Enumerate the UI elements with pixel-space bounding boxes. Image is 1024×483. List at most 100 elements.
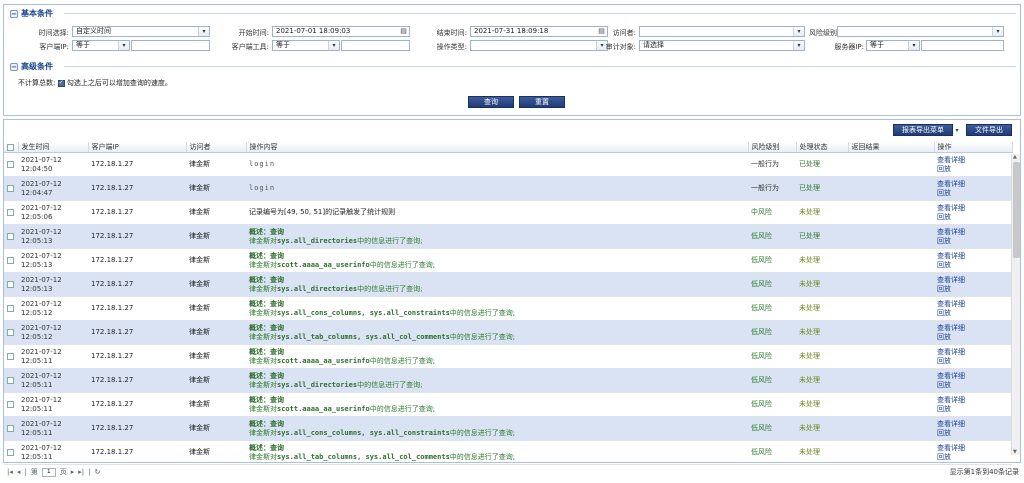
audit-object-dropdown[interactable]: 请选择 ▾ (639, 40, 805, 51)
row-checkbox[interactable] (7, 160, 14, 168)
client-tool-operator[interactable]: 等于 ▾ (272, 40, 340, 51)
time-text: 12:05:13 (21, 260, 53, 269)
table-row[interactable]: 2021-07-12 12:05:13 172.18.1.27 律金斯 概述：查询 律金斯… (4, 272, 1012, 297)
view-detail-link[interactable]: 查看详细 (937, 300, 1012, 309)
replay-link[interactable]: 回放 (937, 189, 1012, 198)
query-button[interactable]: 查询 (468, 96, 514, 108)
replay-link[interactable]: 回放 (937, 381, 1012, 390)
row-checkbox[interactable] (7, 400, 14, 408)
view-detail-link[interactable]: 查看详细 (937, 324, 1012, 333)
skip-count-hint: 勾选上之后可以增加查询的速度。 (66, 79, 172, 87)
view-detail-link[interactable]: 查看详细 (937, 420, 1012, 429)
start-time-input[interactable]: 2021-07-01 18:09:03 ▤ (272, 26, 410, 37)
row-checkbox[interactable] (7, 256, 14, 264)
visitor-dropdown[interactable]: ▾ (639, 26, 805, 37)
row-checkbox[interactable] (7, 208, 14, 216)
client-ip-input[interactable] (131, 40, 210, 51)
view-detail-link[interactable]: 查看详细 (937, 372, 1012, 381)
prev-page-icon[interactable]: ◂ (17, 468, 21, 476)
skip-count-checkbox[interactable] (57, 79, 65, 87)
page-number-input[interactable] (41, 467, 56, 477)
replay-link[interactable]: 回放 (937, 285, 1012, 294)
replay-link[interactable]: 回放 (937, 405, 1012, 414)
row-checkbox[interactable] (7, 184, 14, 192)
client-ip-operator[interactable]: 等于 ▾ (72, 40, 130, 51)
column-header-status[interactable]: 处理状态 (796, 142, 849, 153)
server-ip-operator[interactable]: 等于 ▾ (866, 40, 920, 51)
server-ip-input[interactable] (921, 40, 1004, 51)
select-all-checkbox[interactable] (7, 143, 14, 151)
replay-link[interactable]: 回放 (937, 453, 1012, 462)
table-row[interactable]: 2021-07-12 12:05:12 172.18.1.27 律金斯 概述：查询 律金斯… (4, 320, 1012, 345)
risk-level-dropdown[interactable]: ▾ (837, 26, 1004, 37)
row-checkbox[interactable] (7, 328, 14, 336)
refresh-icon[interactable]: ↻ (95, 468, 101, 476)
replay-link[interactable]: 回放 (937, 357, 1012, 366)
column-header-actions[interactable]: 操作 (934, 142, 1013, 153)
basic-conditions-header[interactable]: − 基本条件 (10, 8, 56, 19)
row-checkbox[interactable] (7, 232, 14, 240)
row-checkbox[interactable] (7, 448, 14, 456)
collapse-toggle-icon[interactable]: − (10, 9, 18, 18)
view-detail-link[interactable]: 查看详细 (937, 348, 1012, 357)
table-row[interactable]: 2021-07-12 12:04:50 172.18.1.27 律金斯 login 一般行… (4, 152, 1012, 177)
calendar-icon[interactable]: ▤ (398, 27, 409, 36)
row-checkbox[interactable] (7, 424, 14, 432)
last-page-icon[interactable]: ▸| (78, 468, 84, 476)
column-header-client-ip[interactable]: 客户端IP (88, 142, 187, 153)
view-detail-link[interactable]: 查看详细 (937, 156, 1012, 165)
column-header-result[interactable]: 返回结果 (848, 142, 935, 153)
table-row[interactable]: 2021-07-12 12:05:11 172.18.1.27 律金斯 概述：查询 律金斯… (4, 344, 1012, 369)
replay-link[interactable]: 回放 (937, 261, 1012, 270)
view-detail-link[interactable]: 查看详细 (937, 204, 1012, 213)
column-header-risk[interactable]: 风险级别 (748, 142, 797, 153)
next-page-icon[interactable]: ▸ (71, 468, 75, 476)
table-row[interactable]: 2021-07-12 12:05:11 172.18.1.27 律金斯 概述：查询 律金斯… (4, 368, 1012, 393)
table-row[interactable]: 2021-07-12 12:05:11 172.18.1.27 律金斯 概述：查询 律金斯… (4, 440, 1012, 465)
risk-cell: 低风险 (748, 224, 796, 249)
replay-link[interactable]: 回放 (937, 213, 1012, 222)
view-detail-link[interactable]: 查看详细 (937, 252, 1012, 261)
view-detail-link[interactable]: 查看详细 (937, 276, 1012, 285)
table-row[interactable]: 2021-07-12 12:05:13 172.18.1.27 律金斯 概述：查询 律金斯… (4, 248, 1012, 273)
scroll-down-icon[interactable]: ▼ (1013, 449, 1017, 455)
table-row[interactable]: 2021-07-12 12:05:11 172.18.1.27 律金斯 概述：查询 律金斯… (4, 392, 1012, 417)
row-checkbox[interactable] (7, 280, 14, 288)
scroll-up-icon[interactable]: ▲ (1013, 154, 1017, 160)
report-export-button[interactable]: 报表导出菜单 (893, 124, 953, 136)
view-detail-link[interactable]: 查看详细 (937, 180, 1012, 189)
chevron-down-icon[interactable]: ▾ (953, 127, 961, 134)
scrollbar-thumb[interactable] (1013, 162, 1020, 258)
file-export-button[interactable]: 文件导出 (966, 124, 1012, 136)
advanced-conditions-header[interactable]: − 高级条件 (10, 61, 56, 72)
column-header-content[interactable]: 操作内容 (246, 142, 749, 153)
column-header-time[interactable]: 发生时间 (18, 142, 89, 153)
row-checkbox[interactable] (7, 352, 14, 360)
row-select-cell (4, 272, 18, 297)
table-row[interactable]: 2021-07-12 12:05:13 172.18.1.27 律金斯 概述：查询 律金斯… (4, 224, 1012, 249)
replay-link[interactable]: 回放 (937, 237, 1012, 246)
client-tool-input[interactable] (341, 40, 410, 51)
row-checkbox[interactable] (7, 376, 14, 384)
row-checkbox[interactable] (7, 304, 14, 312)
view-detail-link[interactable]: 查看详细 (937, 396, 1012, 405)
table-row[interactable]: 2021-07-12 12:04:47 172.18.1.27 律金斯 login 一般行… (4, 176, 1012, 201)
replay-link[interactable]: 回放 (937, 333, 1012, 342)
table-row[interactable]: 2021-07-12 12:05:12 172.18.1.27 律金斯 概述：查询 律金斯… (4, 296, 1012, 321)
replay-link[interactable]: 回放 (937, 429, 1012, 438)
time-select-dropdown[interactable]: 自定义时间 ▾ (72, 26, 210, 37)
table-row[interactable]: 2021-07-12 12:05:06 172.18.1.27 律金斯 记录编号为[49… (4, 200, 1012, 225)
replay-link[interactable]: 回放 (937, 309, 1012, 318)
replay-link[interactable]: 回放 (937, 165, 1012, 174)
operation-type-dropdown[interactable]: ▾ (470, 40, 608, 51)
view-detail-link[interactable]: 查看详细 (937, 444, 1012, 453)
column-header-visitor[interactable]: 访问者 (186, 142, 247, 153)
collapse-toggle-icon[interactable]: − (10, 62, 18, 71)
first-page-icon[interactable]: |◂ (7, 468, 13, 476)
content-summary: 概述：查询 (249, 443, 284, 452)
reset-button[interactable]: 重置 (519, 96, 565, 108)
view-detail-link[interactable]: 查看详细 (937, 228, 1012, 237)
vertical-scrollbar[interactable]: ▲ ▼ (1011, 154, 1020, 455)
table-row[interactable]: 2021-07-12 12:05:11 172.18.1.27 律金斯 概述：查询 律金斯… (4, 416, 1012, 441)
end-time-input[interactable]: 2021-07-31 18:09:18 ▤ (470, 26, 608, 37)
